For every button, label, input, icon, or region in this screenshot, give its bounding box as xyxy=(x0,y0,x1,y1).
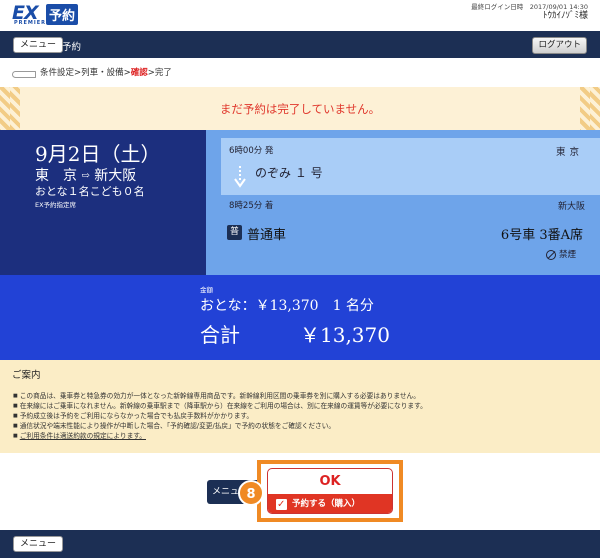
car-class-icon: 普 xyxy=(227,225,242,240)
arrival-station: 新大阪 xyxy=(557,202,585,212)
guidance-item-link[interactable]: ご利用条件は適送約款の規定によります。 xyxy=(13,431,590,441)
travel-date: 9月2日（土） xyxy=(35,142,161,166)
breadcrumb-steps-after: >完了 xyxy=(147,68,172,78)
arrival-time: 8時25分 着 xyxy=(229,201,274,211)
guidance-item: 予約成立後は予約をご利用にならなかった場合でも払戻手数料がかかります。 xyxy=(13,411,590,421)
ok-label: OK xyxy=(319,474,341,489)
seat-number: 6号車 3番A席 xyxy=(500,228,583,243)
route-to: 新大阪 xyxy=(94,168,137,184)
seat-info: 普 普通車 6号車 3番A席 xyxy=(227,224,583,243)
confirm-label: 予約する（購入） xyxy=(292,499,361,509)
breadcrumb: 条件設定>列車・設備>確認>完了 xyxy=(12,66,172,80)
route-from: 東 京 xyxy=(35,168,77,184)
confirm-reservation-button[interactable]: OK 予約する（購入） xyxy=(267,468,393,514)
confirm-label-bar: 予約する（購入） xyxy=(268,494,392,513)
login-info: 最終ログイン日時 2017/09/01 14:30 ﾄｳｶｲﾉｿﾞﾐ様 xyxy=(471,3,588,21)
logo-sub-text: PREMIER xyxy=(14,20,47,26)
car-class: 普通車 xyxy=(247,228,287,243)
departure-time: 6時00分 発 xyxy=(229,146,274,156)
adult-fare: おとな：￥13,370 1 名分 xyxy=(200,298,374,314)
warning-text: まだ予約は完了していません。 xyxy=(219,101,381,116)
breadcrumb-steps-before: 条件設定>列車・設備> xyxy=(40,68,131,78)
page-title: 予約 xyxy=(62,42,82,53)
guidance-title: ご案内 xyxy=(12,370,41,381)
guidance-section: ご案内 この商品は、乗車券と特急券の効力が一体となった新幹線専用商品です。新幹線… xyxy=(0,360,600,453)
guidance-item: 通信状況や端末性能により操作が中断した場合、「予約確認/変更/払戻」で予約の状態… xyxy=(13,421,590,431)
total-label: 合計 xyxy=(200,323,240,347)
warning-banner: まだ予約は完了していません。 xyxy=(0,87,600,130)
smoking-label: 禁煙 xyxy=(558,250,576,260)
guidance-item: 在来線にはご乗車になれません。新幹線の乗車駅まで（降車駅から）在来線をご利用の場… xyxy=(13,401,590,411)
route-arrow-icon: ⇨ xyxy=(81,170,90,182)
footer-bar: メニュー xyxy=(0,530,600,558)
departure-card: 6時00分 発 東京 のぞみ １ 号 xyxy=(221,138,600,195)
price-label: 金額 xyxy=(200,286,213,294)
ok-highlight-frame: OK 予約する（購入） xyxy=(257,460,403,522)
passenger-count: おとな１名こども０名 xyxy=(35,185,145,198)
smoking-info: 禁煙 xyxy=(545,248,576,260)
guidance-list: この商品は、乗車券と特急券の効力が一体となった新幹線専用商品です。新幹線利用区間… xyxy=(13,391,590,441)
top-bar: EX 予約 PREMIER 最終ログイン日時 2017/09/01 14:30 … xyxy=(0,0,600,30)
terms-link[interactable]: ご利用条件は適送約款の規定によります。 xyxy=(20,432,146,440)
user-name: ﾄｳｶｲﾉｿﾞﾐ様 xyxy=(542,11,588,21)
menu-button[interactable]: メニュー xyxy=(13,37,64,53)
check-icon xyxy=(276,494,287,513)
route: 東 京 ⇨ 新大阪 xyxy=(35,165,136,185)
no-smoking-icon xyxy=(545,249,556,260)
train-name: のぞみ １ 号 xyxy=(255,166,323,180)
train-details: 6時00分 発 東京 のぞみ １ 号 8時25分 着 新大阪 普 普通車 6号車… xyxy=(206,130,600,275)
logo-yoyaku-text: 予約 xyxy=(46,4,79,25)
nav-bar: メニュー 予約 ログアウト xyxy=(0,31,600,58)
breadcrumb-current: 確認 xyxy=(130,68,148,78)
logout-button[interactable]: ログアウト xyxy=(532,37,587,54)
fare-type: EX予約指定席 xyxy=(35,201,77,209)
train-icon xyxy=(12,69,36,78)
ex-yoyaku-logo: EX 予約 PREMIER xyxy=(10,2,82,27)
guidance-item: この商品は、乗車券と特急券の効力が一体となった新幹線専用商品です。新幹線利用区間… xyxy=(13,391,590,401)
ticket-summary: 9月2日（土） 東 京 ⇨ 新大阪 おとな１名こども０名 EX予約指定席 xyxy=(0,130,206,275)
step-number-badge: 8 xyxy=(238,480,264,506)
footer-menu-button[interactable]: メニュー xyxy=(13,536,64,552)
price-band: 金額 おとな：￥13,370 1 名分 合計 ￥13,370 xyxy=(0,275,600,360)
departure-station: 東京 xyxy=(555,147,583,158)
total-amount: ￥13,370 xyxy=(300,323,390,347)
down-arrow-icon xyxy=(234,166,246,188)
